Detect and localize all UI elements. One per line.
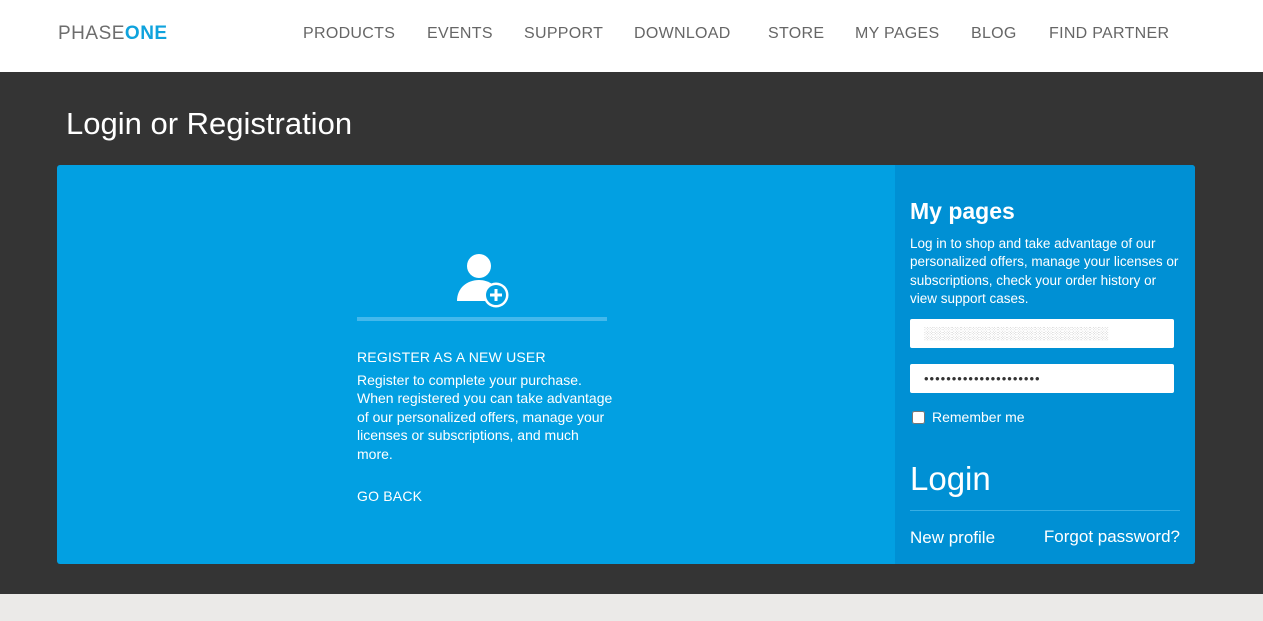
new-profile-link[interactable]: New profile	[910, 528, 995, 548]
remember-me-label: Remember me	[932, 409, 1025, 425]
password-field[interactable]	[910, 364, 1174, 393]
my-pages-title: My pages	[910, 198, 1015, 224]
login-button[interactable]: Login	[910, 460, 991, 498]
page-title: Login or Registration	[66, 106, 353, 141]
email-field[interactable]	[910, 319, 1174, 348]
register-heading: REGISTER AS A NEW USER	[357, 349, 546, 365]
my-pages-description: Log in to shop and take advantage of our…	[910, 236, 1179, 307]
nav-download[interactable]: DOWNLOAD	[634, 25, 731, 43]
my-pages-login-panel: My pages Log in to shop and take advanta…	[895, 165, 1195, 564]
forgot-password-link[interactable]: Forgot password?	[1044, 527, 1180, 547]
logo-bold-text: ONE	[124, 23, 168, 44]
nav-support[interactable]: SUPPORT	[524, 25, 603, 43]
site-header: PHASE ONE PRODUCTS EVENTS SUPPORT DOWNLO…	[0, 0, 1263, 72]
go-back-link[interactable]: GO BACK	[357, 488, 422, 504]
nav-events[interactable]: EVENTS	[427, 25, 493, 43]
logo-light-text: PHASE	[58, 23, 125, 44]
login-divider	[910, 510, 1180, 511]
nav-blog[interactable]: BLOG	[971, 25, 1017, 43]
register-description: Register to complete your purchase. When…	[357, 372, 613, 462]
remember-me-checkbox[interactable]	[912, 410, 925, 424]
remember-me-row[interactable]: Remember me	[912, 409, 1025, 425]
nav-store[interactable]: STORE	[768, 25, 824, 43]
nav-find-partner[interactable]: FIND PARTNER	[1049, 25, 1169, 43]
nav-my-pages[interactable]: MY PAGES	[855, 25, 940, 43]
login-registration-panel: REGISTER AS A NEW USER Register to compl…	[57, 165, 1195, 564]
user-add-icon	[457, 254, 509, 308]
nav-products[interactable]: PRODUCTS	[303, 25, 395, 43]
phase-one-logo[interactable]: PHASE ONE	[58, 23, 168, 47]
register-icon-underline	[357, 317, 607, 321]
